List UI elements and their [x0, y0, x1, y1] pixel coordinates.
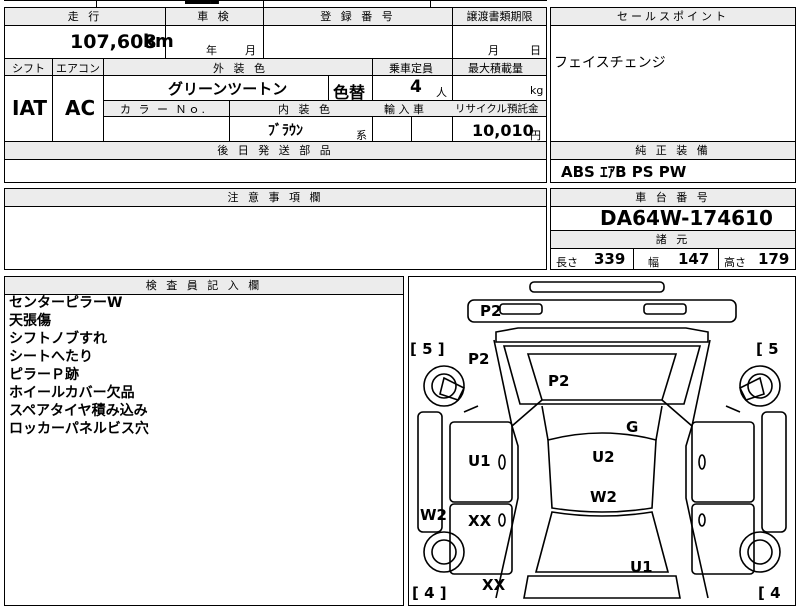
damage-mark: U2 [592, 448, 615, 466]
mileage-header: 走 行 [5, 8, 165, 26]
inspector-note: シフトノブすれ [9, 331, 107, 347]
exterior-color-value: グリーンツートン [168, 80, 288, 98]
length-label: 長さ [556, 256, 578, 269]
tire-front-right-label: [ 5 [756, 340, 779, 358]
damage-mark: XX [468, 512, 492, 530]
color-no-header: カ ラ ー Ｎｏ. [120, 103, 207, 116]
load-unit: kg [530, 84, 544, 97]
damage-mark: U1 [630, 558, 653, 576]
inspection-month: 月 [245, 44, 256, 57]
damage-mark: U1 [468, 452, 491, 470]
caution-header: 注 意 事 項 欄 [5, 189, 546, 207]
recycle-fee-value: 10,010 [472, 121, 534, 140]
mileage-unit: km [143, 31, 174, 52]
capacity-value: 4 [410, 77, 422, 97]
transfer-header: 譲渡書類期限 [453, 8, 546, 26]
capacity-unit: 人 [436, 86, 447, 99]
dimensions-header: 諸 元 [551, 231, 795, 249]
sales-point-header: セールスポイント [551, 8, 795, 26]
equipment-value: ABS ｴｱB PS PW [561, 163, 687, 181]
aircon-value: AC [65, 96, 96, 120]
width-value: 147 [678, 250, 710, 268]
inspector-note: ピラーＰ跡 [9, 367, 79, 383]
length-value: 339 [594, 250, 626, 268]
damage-mark: W2 [420, 506, 447, 524]
interior-header: 内 装 色 [278, 103, 333, 116]
import-header: 輸 入 車 [384, 103, 424, 116]
transfer-day: 日 [530, 44, 541, 57]
damage-mark: P2 [480, 302, 501, 320]
inspector-note: ロッカーパネルビス穴 [9, 421, 149, 437]
chassis-header: 車 台 番 号 [551, 189, 795, 207]
equipment-header: 純 正 装 備 [551, 142, 795, 160]
inspector-note: 天張傷 [9, 313, 51, 329]
shift-header: シフト [12, 62, 45, 75]
inspection-year: 年 [206, 44, 217, 57]
aircon-header: エアコン [56, 62, 100, 75]
inspector-note: スペアタイヤ積み込み [9, 403, 148, 419]
registration-header: 登 録 番 号 [264, 8, 452, 26]
damage-mark: P2 [468, 350, 489, 368]
inspector-note: ホイールカバー欠品 [9, 385, 135, 401]
width-label: 幅 [648, 256, 659, 269]
shift-value: IAT [12, 96, 48, 120]
chassis-number: DA64W-174610 [600, 206, 773, 230]
height-label: 高さ [724, 256, 746, 269]
damage-mark: G [626, 418, 638, 436]
inspector-note: センターピラーW [9, 295, 123, 311]
tire-rear-left-label: [ 4 ] [412, 584, 447, 600]
sales-point-section [550, 7, 796, 142]
inspection-header: 車 検 [166, 8, 263, 26]
exterior-header: 外 装 色 [213, 62, 268, 75]
tire-front-left-label: [ 5 ] [410, 340, 445, 358]
damage-mark: W2 [590, 488, 617, 506]
car-diagram: [ 5 ] [ 5 [ 4 ] [ 4 P2 P2 P2 G U1 U2 W2 … [410, 281, 787, 600]
damage-mark: P2 [548, 372, 569, 390]
recycle-header: リサイクル預託金 [455, 103, 539, 115]
height-value: 179 [758, 250, 790, 268]
inspector-note: シートへたり [9, 349, 93, 365]
transfer-month: 月 [488, 44, 499, 57]
tire-rear-right-label: [ 4 [758, 584, 781, 600]
inspector-notes: センターピラーW 天張傷 シフトノブすれ シートへたり ピラーＰ跡 ホイールカバ… [9, 294, 149, 438]
inspector-header: 検 査 員 記 入 欄 [5, 277, 403, 295]
capacity-header: 乗車定員 [389, 62, 433, 75]
damage-mark: XX [482, 576, 506, 594]
sales-point-text: フェイスチェンジ [554, 55, 666, 71]
later-parts-header: 後 日 発 送 部 品 [5, 142, 546, 160]
load-header: 最大積載量 [468, 62, 523, 75]
interior-color-value: ﾌﾞﾗｳﾝ [268, 123, 303, 139]
